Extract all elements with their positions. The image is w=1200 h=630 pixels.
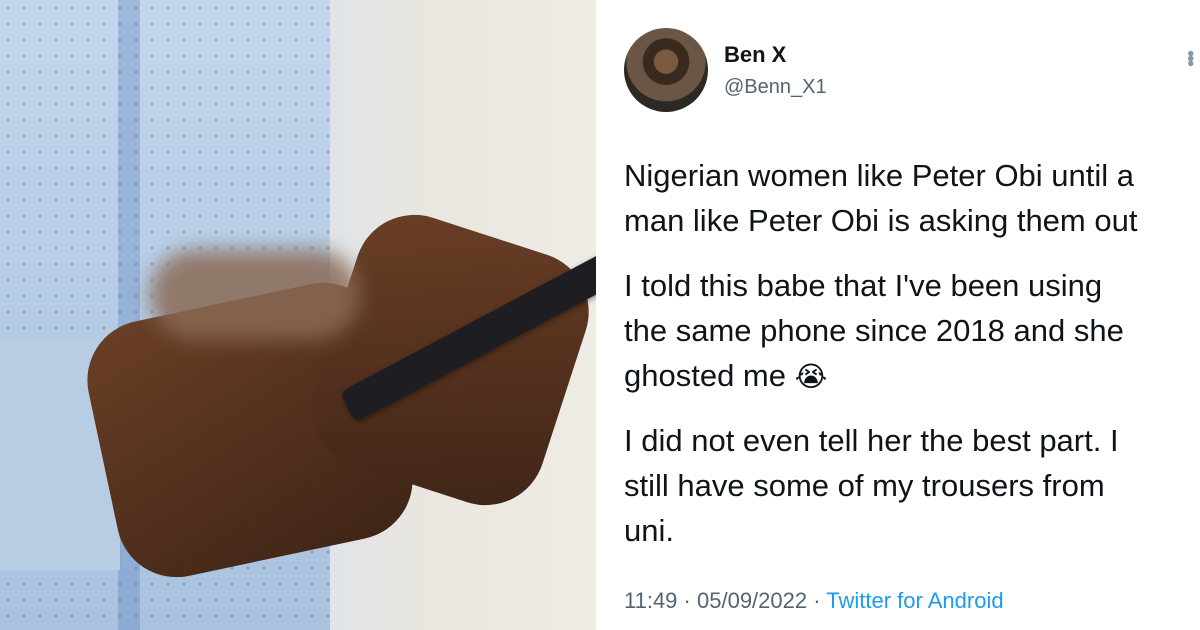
image-composite: Ben X @Benn_X1 ••• Nigerian women like P… xyxy=(0,0,1200,630)
tweet-paragraph-3: I did not even tell her the best part. I… xyxy=(624,418,1200,553)
tweet-line: still have some of my trousers from xyxy=(624,468,1105,503)
avatar[interactable] xyxy=(624,28,708,112)
tweet-paragraph-2: I told this babe that I've been using th… xyxy=(624,263,1200,399)
tweet-line: the same phone since 2018 and she xyxy=(624,313,1124,348)
tweet-line: I told this babe that I've been using xyxy=(624,268,1103,303)
tweet-paragraph-1: Nigerian women like Peter Obi until a ma… xyxy=(624,153,1200,243)
tweet-line: ghosted me xyxy=(624,358,786,393)
blurred-thumb xyxy=(150,250,360,340)
more-options-icon[interactable]: ••• xyxy=(1178,50,1200,65)
author-name[interactable]: Ben X xyxy=(724,42,786,68)
tweet-line: uni. xyxy=(624,513,674,548)
separator: · xyxy=(683,588,691,613)
separator: · xyxy=(813,588,821,613)
author-handle[interactable]: @Benn_X1 xyxy=(724,76,827,99)
tweet-line-with-emoji: ghosted me 😭 xyxy=(624,353,1200,399)
tweet-line: Nigerian women like Peter Obi until a xyxy=(624,158,1135,193)
tweet-line: I did not even tell her the best part. I xyxy=(624,423,1119,458)
crying-face-emoji-icon: 😭 xyxy=(794,360,828,393)
tweet-date[interactable]: 05/09/2022 xyxy=(697,588,807,613)
tweet-metadata: 11:49 · 05/09/2022 · Twitter for Android xyxy=(624,588,1004,614)
tweet-source-link[interactable]: Twitter for Android xyxy=(826,588,1003,613)
stock-photo-hands-phone xyxy=(0,0,596,630)
tweet-time[interactable]: 11:49 xyxy=(624,588,677,613)
tweet-line: man like Peter Obi is asking them out xyxy=(624,203,1138,238)
tweet-card: Ben X @Benn_X1 ••• Nigerian women like P… xyxy=(596,0,1200,630)
